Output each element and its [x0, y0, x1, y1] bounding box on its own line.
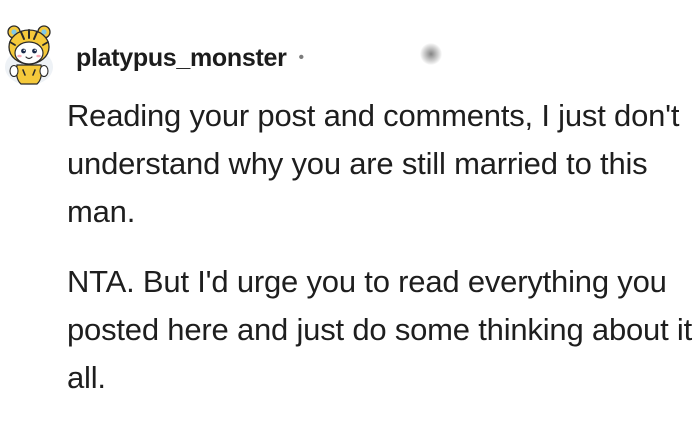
comment-paragraph: NTA. But I'd urge you to read everything… — [67, 264, 692, 395]
timestamp — [420, 43, 442, 65]
username-link[interactable]: platypus_monster — [76, 44, 287, 73]
tiger-snoo-avatar-icon — [5, 25, 53, 85]
avatar[interactable] — [1, 23, 57, 87]
separator-dot: • — [298, 49, 305, 66]
comment-header: platypus_monster • — [76, 38, 304, 78]
comment-paragraph: Reading your post and comments, I just d… — [67, 98, 680, 229]
comment: platypus_monster • Reading your post and… — [0, 0, 700, 422]
comment-body: Reading your post and comments, I just d… — [67, 92, 695, 424]
